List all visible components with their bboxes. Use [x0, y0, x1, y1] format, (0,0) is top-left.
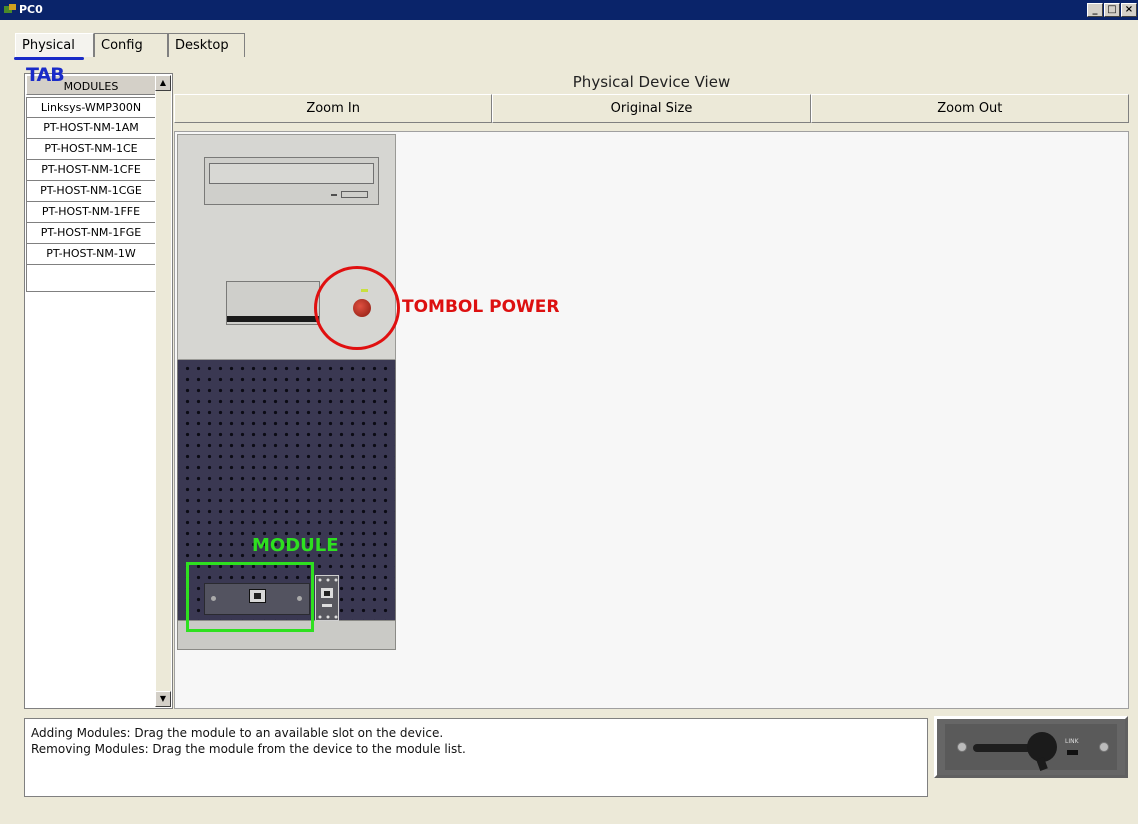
window-titlebar: PC0 _ □ × [0, 0, 1138, 20]
tab-desktop[interactable]: Desktop [168, 33, 245, 57]
module-item[interactable]: PT-HOST-NM-1CFE [26, 160, 156, 181]
module-preview-card: LINK [945, 724, 1117, 772]
module-annotation-box [186, 562, 314, 632]
window-title: PC0 [19, 3, 43, 16]
screw-icon [1099, 742, 1109, 752]
tab-config[interactable]: Config [94, 33, 168, 57]
module-item[interactable]: PT-HOST-NM-1FGE [26, 223, 156, 244]
scroll-up-button[interactable]: ▲ [155, 75, 171, 91]
close-button[interactable]: × [1121, 3, 1137, 17]
zoom-in-button[interactable]: Zoom In [174, 94, 493, 123]
help-adding-line: Adding Modules: Drag the module to an av… [31, 726, 444, 740]
annotation-tab-label: TAB [26, 64, 65, 86]
optical-drive-bay [204, 157, 379, 205]
cable-icon [973, 744, 1031, 752]
modules-list: Linksys-WMP300N PT-HOST-NM-1AM PT-HOST-N… [26, 97, 156, 292]
scroll-down-button[interactable]: ▼ [155, 691, 171, 707]
optical-drive-tray [209, 163, 374, 184]
module-item[interactable]: PT-HOST-NM-1W [26, 244, 156, 265]
module-item[interactable]: PT-HOST-NM-1AM [26, 118, 156, 139]
link-led-icon [1067, 750, 1078, 755]
maximize-button[interactable]: □ [1104, 3, 1120, 17]
annotation-power-label: TOMBOL POWER [402, 297, 560, 317]
minimize-button[interactable]: _ [1087, 3, 1103, 17]
app-icon [4, 4, 16, 13]
module-item[interactable]: PT-HOST-NM-1CGE [26, 181, 156, 202]
floppy-slot [227, 316, 319, 322]
expansion-slot[interactable] [315, 575, 339, 621]
module-item[interactable]: PT-HOST-NM-1CE [26, 139, 156, 160]
original-size-button[interactable]: Original Size [492, 94, 811, 123]
drive-eject-button [341, 191, 368, 198]
scroll-track[interactable] [155, 91, 171, 691]
module-preview: LINK [934, 716, 1128, 778]
tab-annotation-underline [14, 57, 84, 60]
power-annotation-circle [314, 266, 400, 350]
drive-indicator [331, 194, 337, 196]
modules-list-panel: MODULES Linksys-WMP300N PT-HOST-NM-1AM P… [24, 73, 173, 709]
modules-scrollbar[interactable]: ▲ ▼ [155, 75, 171, 707]
zoom-toolbar: Zoom In Original Size Zoom Out [174, 94, 1129, 123]
expansion-port-icon [318, 578, 338, 619]
link-label: LINK [1065, 738, 1079, 745]
view-title: Physical Device View [572, 73, 731, 91]
annotation-module-label: MODULE [252, 535, 339, 556]
tab-physical[interactable]: Physical [15, 33, 94, 57]
help-removing-line: Removing Modules: Drag the module from t… [31, 742, 466, 756]
module-item[interactable]: Linksys-WMP300N [26, 97, 156, 118]
zoom-out-button[interactable]: Zoom Out [810, 94, 1129, 123]
floppy-drive-bay [226, 281, 320, 325]
screw-icon [957, 742, 967, 752]
module-item-empty [26, 265, 156, 292]
module-help-text: Adding Modules: Drag the module to an av… [24, 718, 928, 797]
module-item[interactable]: PT-HOST-NM-1FFE [26, 202, 156, 223]
